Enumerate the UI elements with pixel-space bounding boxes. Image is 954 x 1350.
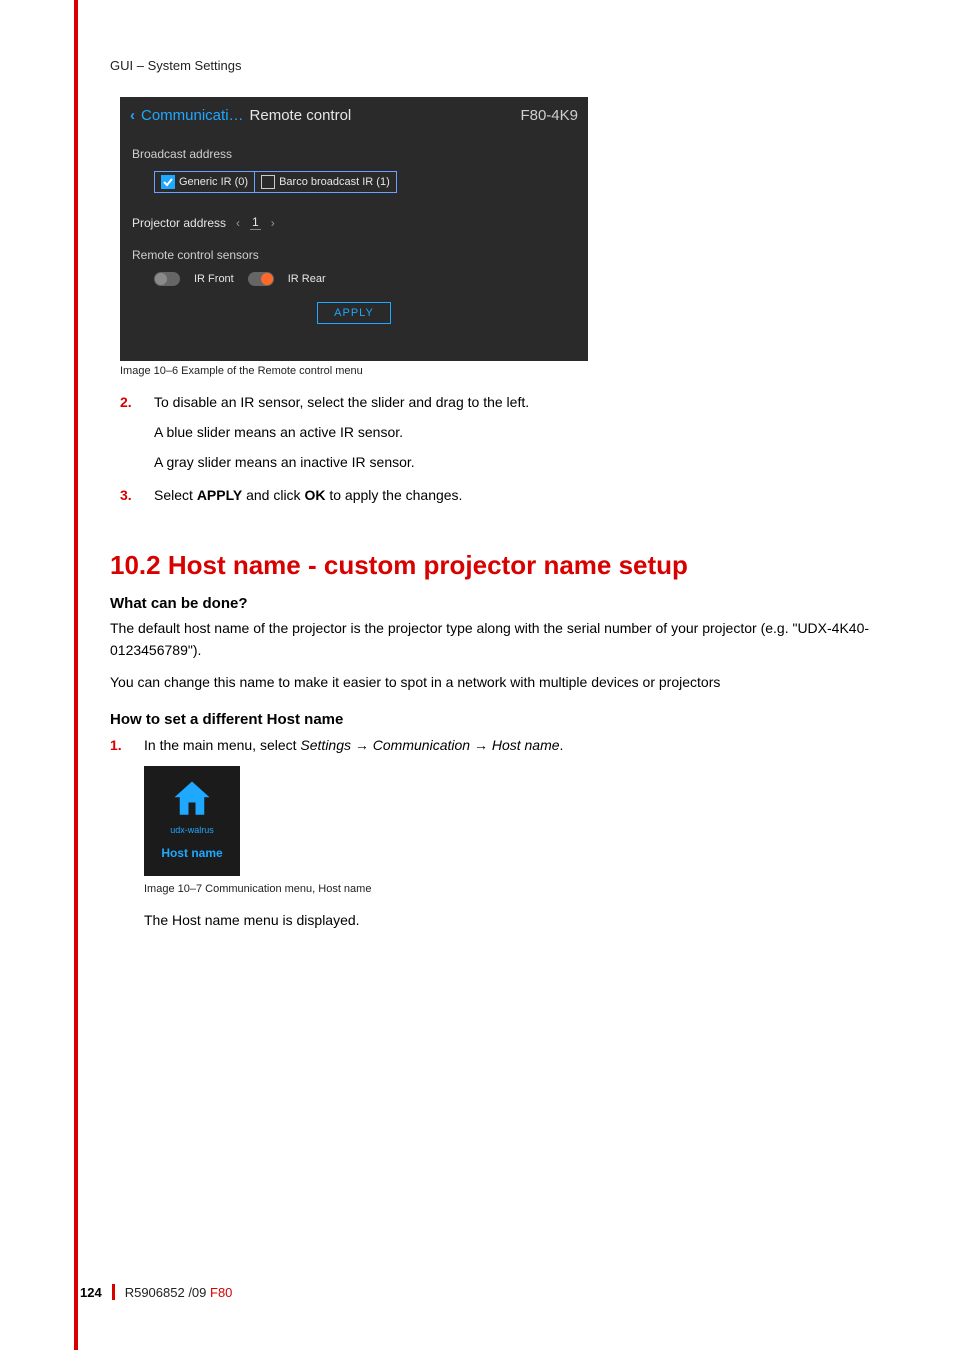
rc-title: Remote control: [250, 107, 352, 124]
footer-doc-id: R5906852 /09 F80: [125, 1285, 233, 1300]
sensors-label: Remote control sensors: [132, 248, 576, 262]
step-1: 1. In the main menu, select Settings → C…: [110, 734, 874, 938]
text: .: [560, 737, 564, 753]
how-to-heading: How to set a different Host name: [110, 711, 874, 728]
step-1-after: The Host name menu is displayed.: [144, 909, 874, 933]
broadcast-check-row: Generic IR (0) Barco broadcast IR (1): [154, 171, 576, 193]
step-body: In the main menu, select Settings → Comm…: [144, 734, 874, 938]
projector-address-row: Projector address ‹ 1 ›: [132, 215, 576, 230]
house-icon: [171, 779, 213, 819]
checkbox-checked-icon: [161, 175, 175, 189]
step-number: 3.: [120, 484, 138, 514]
step-body: Select APPLY and click OK to apply the c…: [154, 484, 874, 514]
page-footer: 124 R5906852 /09 F80: [80, 1284, 232, 1300]
rc-body: Broadcast address Generic IR (0) Barco b…: [120, 133, 588, 324]
content-block: ‹ Communicati… Remote control F80-4K9 Br…: [120, 97, 874, 514]
step-number: 1.: [110, 734, 128, 938]
footer-divider: [112, 1284, 115, 1300]
what-can-be-done-heading: What can be done?: [110, 595, 874, 612]
step-2-line-3: A gray slider means an inactive IR senso…: [154, 451, 874, 475]
chevron-left-icon[interactable]: ‹: [130, 107, 135, 124]
broadcast-label: Broadcast address: [132, 147, 576, 161]
text-bold: OK: [304, 487, 325, 503]
step-list-a: 2. To disable an IR sensor, select the s…: [120, 391, 874, 514]
projector-address-label: Projector address: [132, 216, 226, 230]
host-name-tile[interactable]: udx-walrus Host name: [144, 766, 240, 876]
what-p2: You can change this name to make it easi…: [110, 672, 874, 694]
step-body: To disable an IR sensor, select the slid…: [154, 391, 874, 480]
rc-model: F80-4K9: [520, 107, 578, 124]
step-1-line: In the main menu, select Settings → Comm…: [144, 734, 874, 758]
text: Select: [154, 487, 197, 503]
step-3: 3. Select APPLY and click OK to apply th…: [120, 484, 874, 514]
page-number: 124: [80, 1285, 102, 1300]
ir-rear-label: IR Rear: [288, 273, 326, 285]
step-2-line-1: To disable an IR sensor, select the slid…: [154, 391, 874, 415]
checkbox-unchecked-icon: [261, 175, 275, 189]
step-2-line-2: A blue slider means an active IR sensor.: [154, 421, 874, 445]
text: to apply the changes.: [325, 487, 462, 503]
remote-control-screenshot: ‹ Communicati… Remote control F80-4K9 Br…: [120, 97, 588, 361]
text: R5906852 /09: [125, 1285, 207, 1300]
rc-back-label[interactable]: Communicati…: [141, 107, 244, 124]
host-tile-sub: udx-walrus: [170, 823, 214, 838]
image-caption-10-6: Image 10–6 Example of the Remote control…: [120, 365, 874, 377]
footer-model: F80: [210, 1285, 232, 1300]
section-heading: 10.2 Host name - custom projector name s…: [110, 550, 874, 581]
host-tile-main: Host name: [161, 843, 222, 863]
chevron-right-icon[interactable]: ›: [271, 216, 275, 230]
barco-ir-label: Barco broadcast IR (1): [279, 176, 390, 188]
step-list-b: 1. In the main menu, select Settings → C…: [110, 734, 874, 938]
menu-path: Settings → Communication → Host name: [300, 737, 559, 753]
generic-ir-option[interactable]: Generic IR (0): [154, 171, 255, 193]
projector-address-stepper: ‹ 1 ›: [236, 215, 275, 230]
chevron-left-icon[interactable]: ‹: [236, 216, 240, 230]
sensors-toggle-row: IR Front IR Rear: [154, 272, 576, 286]
ir-front-label: IR Front: [194, 273, 234, 285]
breadcrumb: GUI – System Settings: [110, 58, 874, 73]
rc-header: ‹ Communicati… Remote control F80-4K9: [120, 97, 588, 133]
projector-address-value[interactable]: 1: [250, 215, 261, 230]
ir-rear-toggle[interactable]: [248, 272, 274, 286]
barco-ir-option[interactable]: Barco broadcast IR (1): [255, 171, 397, 193]
text: and click: [242, 487, 304, 503]
step-3-line: Select APPLY and click OK to apply the c…: [154, 484, 874, 508]
ir-front-toggle[interactable]: [154, 272, 180, 286]
step-number: 2.: [120, 391, 138, 480]
page: GUI – System Settings ‹ Communicati… Rem…: [0, 0, 954, 1350]
image-caption-10-7: Image 10–7 Communication menu, Host name: [144, 880, 874, 899]
step-2: 2. To disable an IR sensor, select the s…: [120, 391, 874, 480]
what-p1: The default host name of the projector i…: [110, 618, 874, 661]
text-bold: APPLY: [197, 487, 242, 503]
generic-ir-label: Generic IR (0): [179, 176, 248, 188]
apply-button[interactable]: APPLY: [317, 302, 391, 324]
text: In the main menu, select: [144, 737, 300, 753]
